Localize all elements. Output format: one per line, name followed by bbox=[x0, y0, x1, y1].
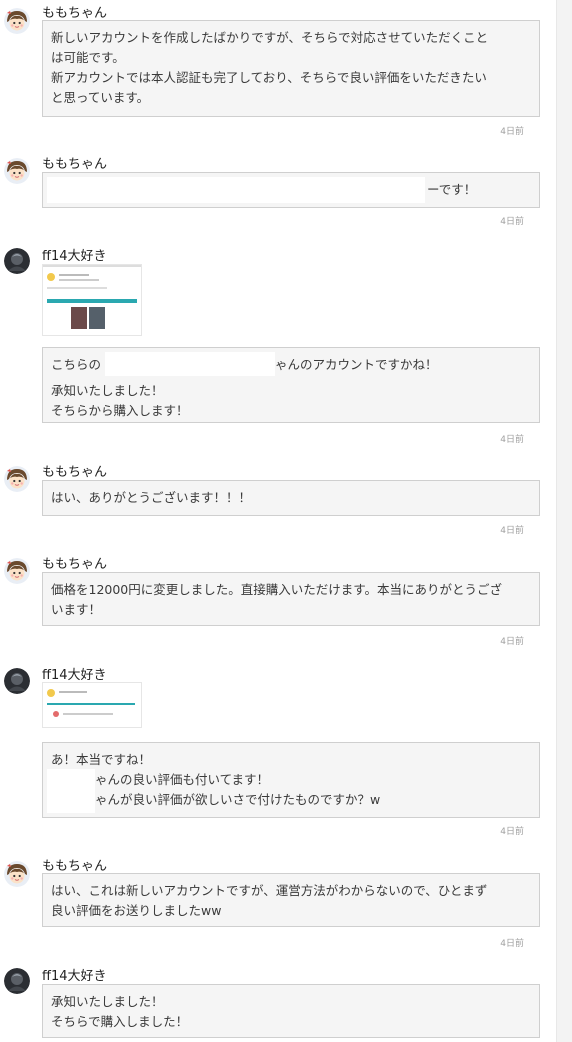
attached-screenshot-thumbnail[interactable] bbox=[42, 264, 142, 336]
message-text: 承知いたしました！ bbox=[51, 383, 164, 398]
timestamp: 4日前 bbox=[500, 127, 524, 137]
message-bubble: 価格を12000円に変更しました。直接購入いただけます。本当にありがとうござ い… bbox=[42, 572, 540, 626]
girl-avatar-icon[interactable] bbox=[4, 8, 30, 34]
redacted-area bbox=[105, 352, 275, 376]
redacted-area bbox=[47, 769, 95, 813]
message-item: ff14大好き 承知いたしました！ そちらで購入しました！ bbox=[0, 962, 556, 1042]
message-text: います！ bbox=[51, 602, 102, 617]
dark-avatar-icon[interactable] bbox=[4, 668, 30, 694]
message-item: ff14大好き こちらの ゃんのアカウントですかね！ 承知いたしました！ そちら… bbox=[0, 242, 556, 445]
attached-screenshot-thumbnail[interactable] bbox=[42, 682, 142, 728]
girl-avatar-icon[interactable] bbox=[4, 558, 30, 584]
girl-avatar-icon[interactable] bbox=[4, 861, 30, 887]
redacted-area bbox=[47, 177, 425, 203]
username[interactable]: ももちゃん bbox=[42, 153, 107, 172]
message-text: そちらから購入します！ bbox=[51, 403, 189, 418]
timestamp: 4日前 bbox=[500, 217, 524, 227]
message-text: は可能です。 bbox=[51, 50, 125, 65]
message-text: こちらの bbox=[51, 357, 102, 372]
message-text: そちらで購入しました！ bbox=[51, 1014, 189, 1029]
message-bubble: 新しいアカウントを作成したばかりですが、そちらで対応させていただくこと は可能で… bbox=[42, 20, 540, 117]
message-text: はい、ありがとうございます！！！ bbox=[51, 490, 252, 505]
username[interactable]: ももちゃん bbox=[42, 2, 107, 21]
message-text: あ！本当ですね！ bbox=[51, 752, 152, 767]
message-item: ももちゃん はい、ありがとうございます！！！ 4日前 bbox=[0, 458, 556, 538]
message-bubble: はい、ありがとうございます！！！ bbox=[42, 480, 540, 516]
timestamp: 4日前 bbox=[500, 435, 524, 445]
message-text: 良い評価をお送りしましたww bbox=[51, 903, 222, 918]
username[interactable]: ももちゃん bbox=[42, 553, 107, 572]
girl-avatar-icon[interactable] bbox=[4, 466, 30, 492]
message-bubble: はい、これは新しいアカウントですが、運営方法がわからないので、ひとまず 良い評価… bbox=[42, 873, 540, 927]
username[interactable]: ももちゃん bbox=[42, 855, 107, 874]
username[interactable]: ff14大好き bbox=[42, 664, 107, 683]
message-text: ゃんのアカウントですかね！ bbox=[275, 357, 438, 372]
dark-avatar-icon[interactable] bbox=[4, 968, 30, 994]
username[interactable]: ff14大好き bbox=[42, 245, 107, 264]
message-item: ももちゃん 価格を12000円に変更しました。直接購入いただけます。本当にありが… bbox=[0, 550, 556, 650]
message-item: ももちゃん ーです！ 4日前 bbox=[0, 150, 556, 230]
timestamp: 4日前 bbox=[500, 526, 524, 536]
message-text: ゃんが良い評価が欲しいさで付けたものですか？w bbox=[95, 792, 381, 807]
message-bubble: 承知いたしました！ そちらで購入しました！ bbox=[42, 984, 540, 1038]
message-bubble: こちらの ゃんのアカウントですかね！ 承知いたしました！ そちらから購入します！ bbox=[42, 347, 540, 423]
username[interactable]: ff14大好き bbox=[42, 965, 107, 984]
message-text: 新しいアカウントを作成したばかりですが、そちらで対応させていただくこと bbox=[51, 30, 489, 45]
message-text: と思っています。 bbox=[51, 90, 150, 105]
girl-avatar-icon[interactable] bbox=[4, 158, 30, 184]
scrollbar-track[interactable] bbox=[556, 0, 572, 1042]
message-text: 新アカウントでは本人認証も完了しており、そちらで良い評価をいただきたい bbox=[51, 70, 487, 85]
username[interactable]: ももちゃん bbox=[42, 461, 107, 480]
timestamp: 4日前 bbox=[500, 637, 524, 647]
message-text: ーです！ bbox=[427, 182, 477, 197]
message-item: ももちゃん 新しいアカウントを作成したばかりですが、そちらで対応させていただくこ… bbox=[0, 0, 556, 137]
message-item: ff14大好き あ！本当ですね！ ゃんの良い評価も付いてます！ ゃんが良い評価が… bbox=[0, 662, 556, 842]
message-text: はい、これは新しいアカウントですが、運営方法がわからないので、ひとまず bbox=[51, 883, 488, 898]
message-bubble: あ！本当ですね！ ゃんの良い評価も付いてます！ ゃんが良い評価が欲しいさで付けた… bbox=[42, 742, 540, 818]
timestamp: 4日前 bbox=[500, 939, 524, 949]
message-text: 承知いたしました！ bbox=[51, 994, 164, 1009]
timestamp: 4日前 bbox=[500, 827, 524, 837]
message-text: 価格を12000円に変更しました。直接購入いただけます。本当にありがとうござ bbox=[51, 582, 503, 597]
dark-avatar-icon[interactable] bbox=[4, 248, 30, 274]
message-bubble: ーです！ bbox=[42, 172, 540, 208]
message-text: ゃんの良い評価も付いてます！ bbox=[95, 772, 270, 787]
message-item: ももちゃん はい、これは新しいアカウントですが、運営方法がわからないので、ひとま… bbox=[0, 853, 556, 953]
